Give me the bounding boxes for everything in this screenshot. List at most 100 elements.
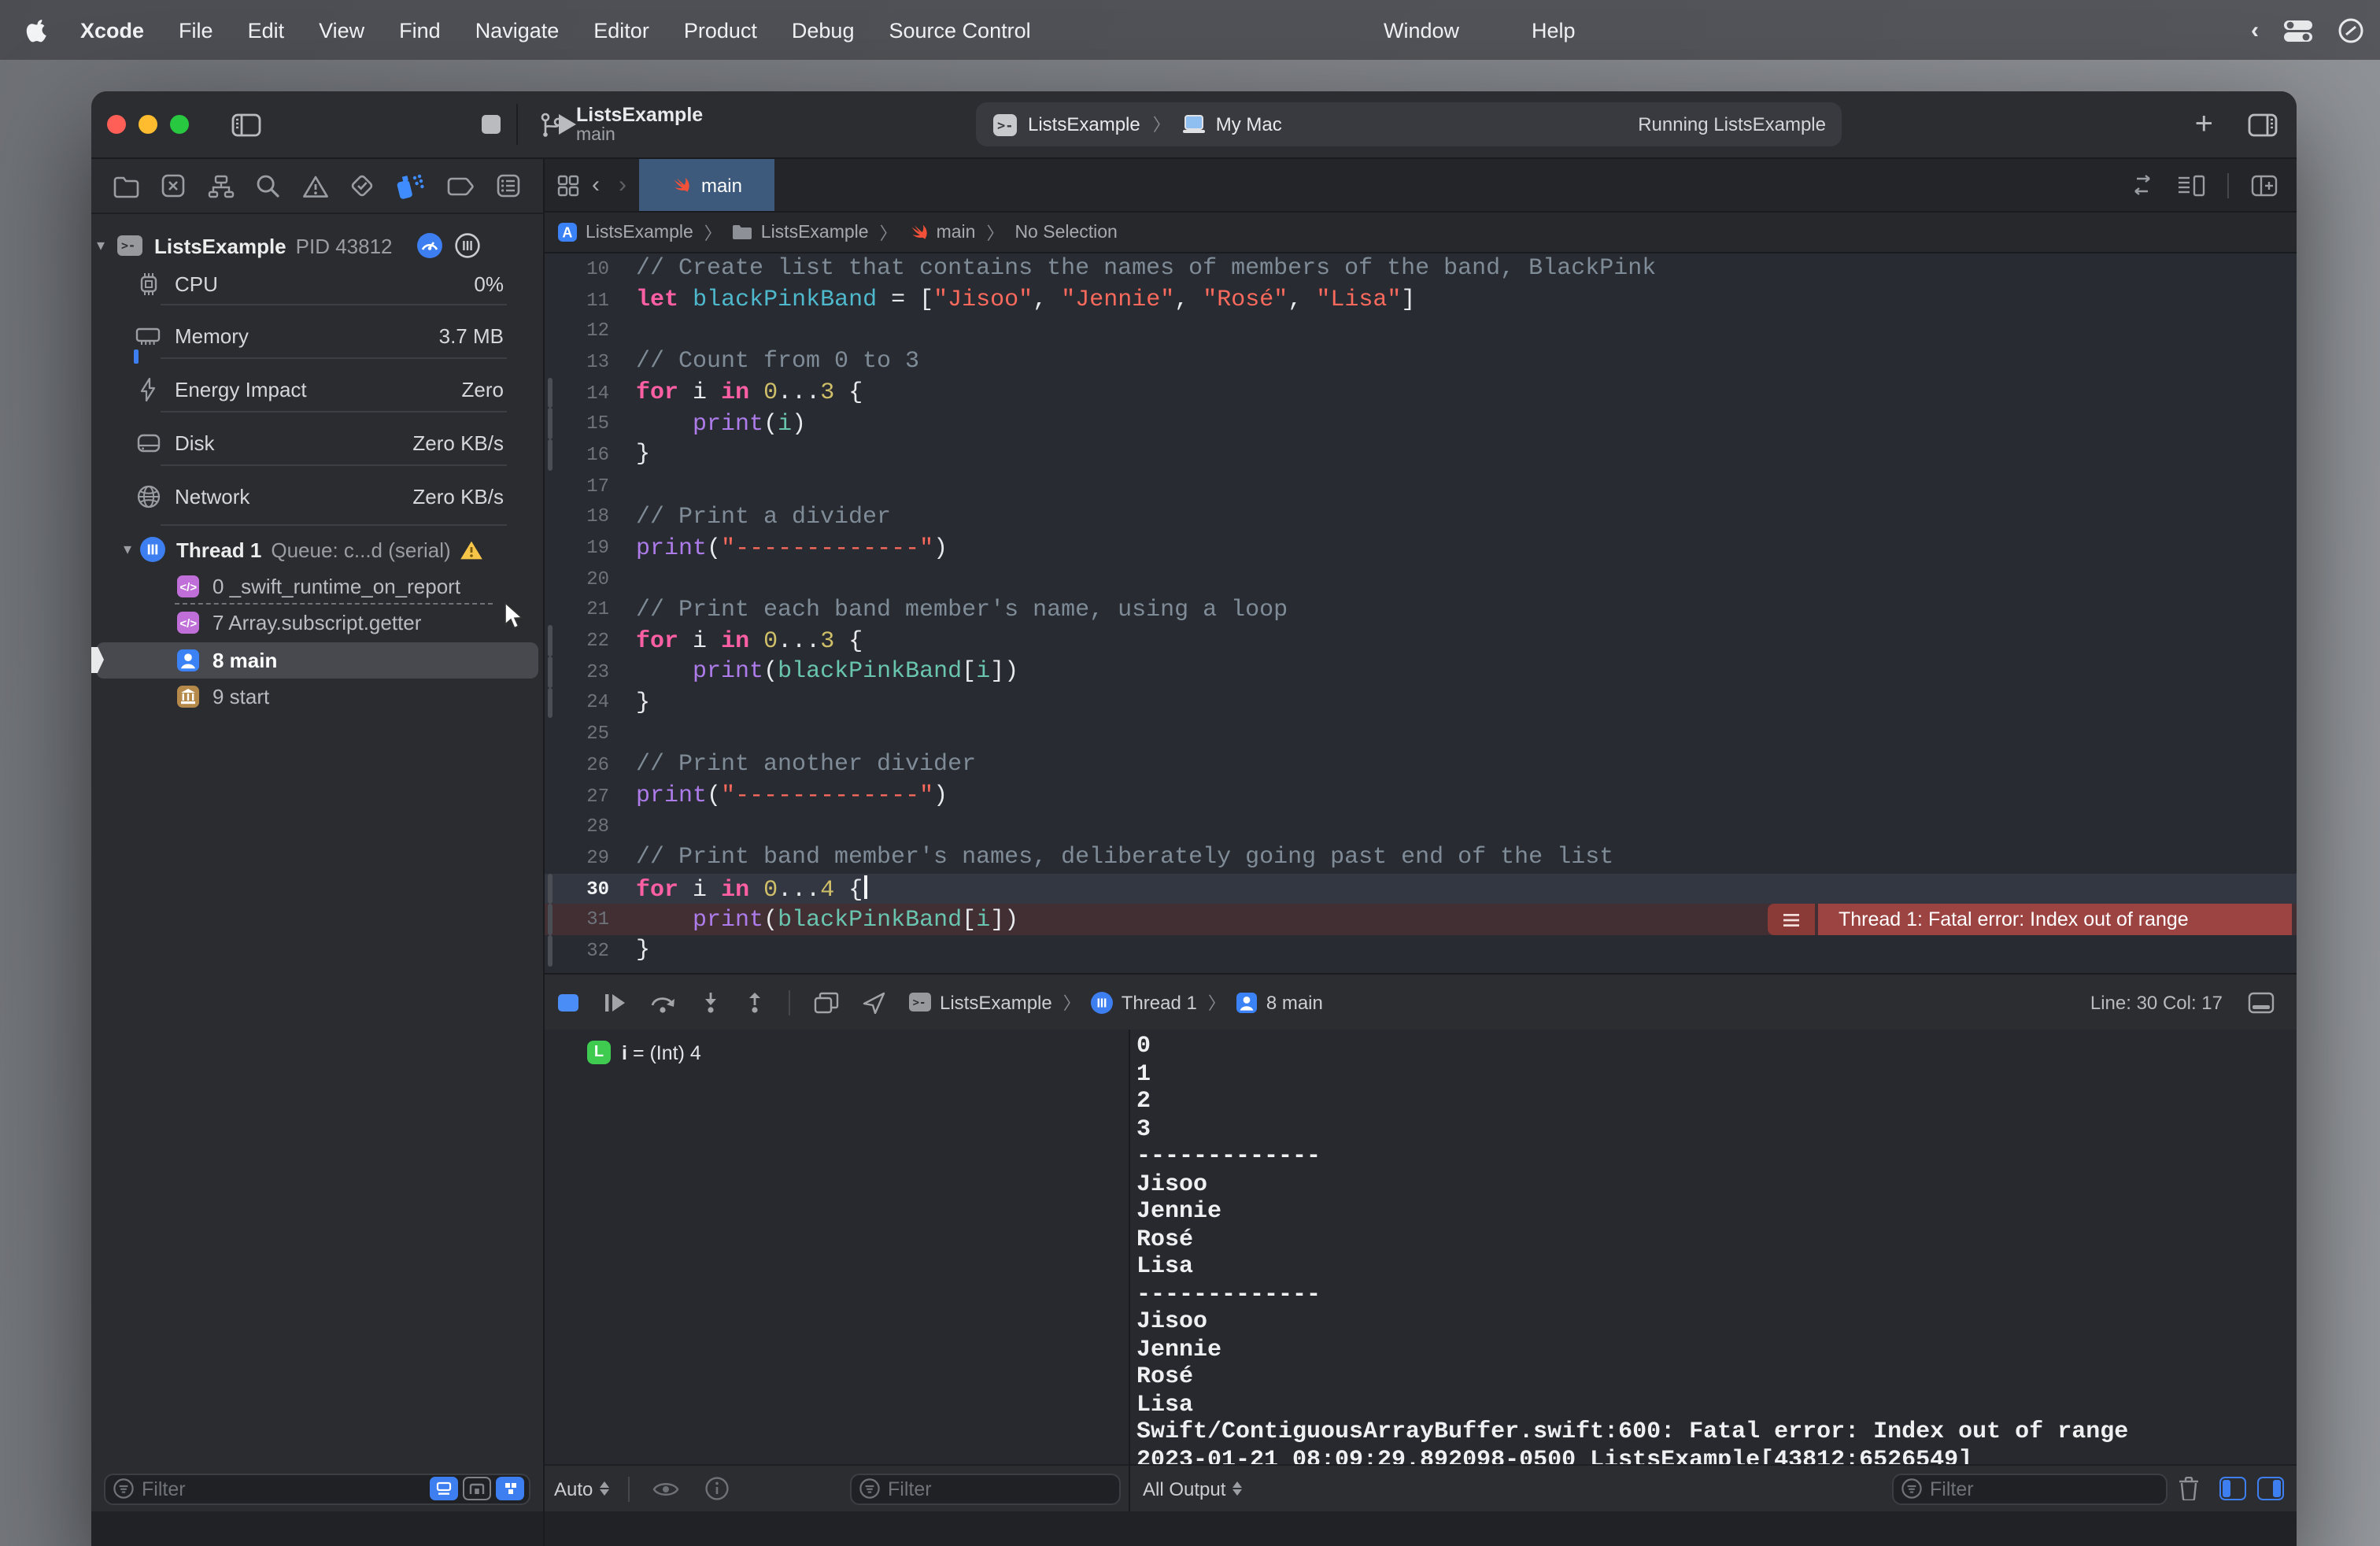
code-line[interactable]: 13// Count from 0 to 3 [545, 346, 2297, 377]
gauge-row-network[interactable]: NetworkZero KB/s [91, 478, 543, 516]
error-banner-menu-icon[interactable] [1768, 904, 1815, 935]
quicklook-eye-icon[interactable] [651, 1479, 679, 1498]
breadcrumb-thread[interactable]: Thread 1 [1122, 991, 1197, 1013]
stack-frame-row[interactable]: 8 main [91, 642, 543, 678]
variables-list[interactable]: L i = (Int) 4 [545, 1030, 1129, 1464]
jump-crumb-selection[interactable]: No Selection [1014, 223, 1117, 242]
show-variables-view-toggle[interactable] [2219, 1477, 2246, 1500]
code-line[interactable]: 16} [545, 439, 2297, 470]
code-line[interactable]: 23 print(blackPinkBand[i]) [545, 656, 2297, 687]
gauge-row-cpu[interactable]: CPU0% [91, 264, 543, 302]
console-output[interactable]: 0123-------------JisooJennieRoséLisa----… [1130, 1030, 2297, 1464]
filter-crashed-button[interactable] [496, 1477, 524, 1500]
navigator-toggle-icon[interactable] [231, 113, 261, 136]
menu-xcode[interactable]: Xcode [63, 18, 161, 42]
variable-row[interactable]: L i = (Int) 4 [587, 1041, 701, 1064]
scheme-section[interactable]: ListsExample main [540, 91, 703, 157]
filter-stack-button[interactable] [463, 1477, 491, 1500]
code-line[interactable]: 26// Print another divider [545, 749, 2297, 780]
minimize-button[interactable] [139, 115, 157, 134]
report-navigator-icon[interactable] [496, 173, 521, 198]
editor-only-layout-icon[interactable] [2248, 991, 2275, 1013]
issue-navigator-icon[interactable] [301, 174, 328, 198]
output-scope-dropdown[interactable]: All Output [1143, 1478, 1241, 1500]
library-add-icon[interactable]: + [2195, 106, 2213, 142]
step-over-icon[interactable] [650, 991, 677, 1013]
menu-help[interactable]: Help [1514, 18, 1593, 42]
debug-breadcrumb[interactable]: >- ListsExample 〉 Thread 1 〉 8 main [908, 989, 1323, 1015]
debug-navigator-icon[interactable] [396, 172, 426, 199]
code-line[interactable]: 30for i in 0...4 { [545, 874, 2297, 904]
project-navigator-icon[interactable] [113, 174, 140, 198]
related-items-grid-icon[interactable] [557, 174, 579, 196]
stack-frame-row[interactable]: </>0 _swift_runtime_on_report [91, 568, 543, 604]
debug-view-hierarchy-icon[interactable] [814, 991, 839, 1013]
code-review-icon[interactable] [2130, 175, 2155, 195]
menu-file[interactable]: File [161, 18, 231, 42]
source-control-navigator-icon[interactable] [161, 173, 187, 198]
code-line[interactable]: 12 [545, 316, 2297, 346]
process-row[interactable]: ▾ >- ListsExample PID 43812 [91, 227, 543, 264]
code-line[interactable]: 19print("-------------") [545, 532, 2297, 563]
code-line[interactable]: 14for i in 0...3 { [545, 378, 2297, 409]
test-navigator-icon[interactable] [349, 173, 375, 198]
clear-console-icon[interactable] [2179, 1477, 2199, 1500]
code-line[interactable]: 27print("-------------") [545, 780, 2297, 811]
back-chevron-icon[interactable]: ‹ [592, 172, 600, 198]
add-editor-icon[interactable] [2251, 174, 2278, 196]
breakpoint-navigator-icon[interactable] [446, 176, 475, 196]
editor-options-icon[interactable] [2177, 174, 2205, 196]
source-editor[interactable]: 10// Create list that contains the names… [545, 253, 2297, 973]
show-console-view-toggle[interactable] [2257, 1477, 2284, 1500]
menu-navigate[interactable]: Navigate [458, 18, 577, 42]
chevron-left-icon[interactable]: ‹ [2251, 17, 2259, 43]
menu-editor[interactable]: Editor [576, 18, 667, 42]
close-button[interactable] [107, 115, 126, 134]
symbol-navigator-icon[interactable] [208, 174, 235, 198]
variables-filter-field[interactable]: Filter [850, 1473, 1121, 1504]
code-line[interactable]: 29// Print band member's names, delibera… [545, 842, 2297, 873]
menu-debug[interactable]: Debug [774, 18, 872, 42]
disclosure-chevron-icon[interactable]: ▾ [118, 541, 137, 558]
gauge-row-memory[interactable]: Memory3.7 MB [91, 316, 543, 354]
code-line[interactable]: 32} [545, 935, 2297, 966]
stack-frame-row[interactable]: 9 start [91, 679, 543, 715]
menu-product[interactable]: Product [667, 18, 774, 42]
pause-process-icon[interactable] [455, 233, 480, 258]
navigator-filter-field[interactable]: Filter [104, 1473, 530, 1504]
error-banner[interactable]: Thread 1: Fatal error: Index out of rang… [1768, 904, 2292, 935]
jump-crumb-project[interactable]: ListsExample [586, 223, 693, 242]
menu-source-control[interactable]: Source Control [872, 18, 1048, 42]
jump-crumb-file[interactable]: main [937, 223, 976, 242]
code-line[interactable]: 10// Create list that contains the names… [545, 253, 2297, 284]
stack-frame-row[interactable]: </>7 Array.subscript.getter [91, 605, 543, 641]
breadcrumb-app[interactable]: ListsExample [940, 991, 1052, 1013]
hide-debug-area-icon[interactable] [557, 993, 579, 1012]
info-icon[interactable] [704, 1477, 728, 1500]
code-line[interactable]: 22for i in 0...3 { [545, 626, 2297, 656]
code-line[interactable]: 28 [545, 812, 2297, 842]
step-out-icon[interactable] [745, 991, 765, 1013]
stop-button[interactable] [480, 113, 502, 135]
gauge-info-icon[interactable] [417, 233, 442, 258]
jump-bar[interactable]: A ListsExample 〉 ListsExample 〉 main 〉 N… [545, 213, 2297, 253]
continue-button-icon[interactable] [603, 991, 626, 1013]
step-into-icon[interactable] [700, 991, 721, 1013]
code-line[interactable]: 25 [545, 719, 2297, 749]
thread-row[interactable]: ▾ Thread 1 Queue: c...d (serial) [91, 531, 543, 568]
forward-chevron-icon[interactable]: › [619, 172, 626, 198]
code-line[interactable]: 15 print(i) [545, 409, 2297, 439]
disclosure-chevron-icon[interactable]: ▾ [91, 237, 110, 254]
menu-window[interactable]: Window [1366, 18, 1476, 42]
tab-main[interactable]: main [639, 159, 774, 211]
breadcrumb-frame[interactable]: 8 main [1266, 991, 1323, 1013]
zoom-button[interactable] [170, 115, 189, 134]
menu-view[interactable]: View [301, 18, 382, 42]
code-line[interactable]: 20 [545, 564, 2297, 594]
activity-status-bar[interactable]: >- ListsExample 〉 My Mac Running ListsEx… [976, 102, 1842, 146]
menu-find[interactable]: Find [382, 18, 458, 42]
code-line[interactable]: 17 [545, 471, 2297, 501]
code-line[interactable]: 21// Print each band member's name, usin… [545, 594, 2297, 625]
code-line[interactable]: 18// Print a divider [545, 501, 2297, 532]
simulate-location-icon[interactable] [863, 991, 886, 1013]
